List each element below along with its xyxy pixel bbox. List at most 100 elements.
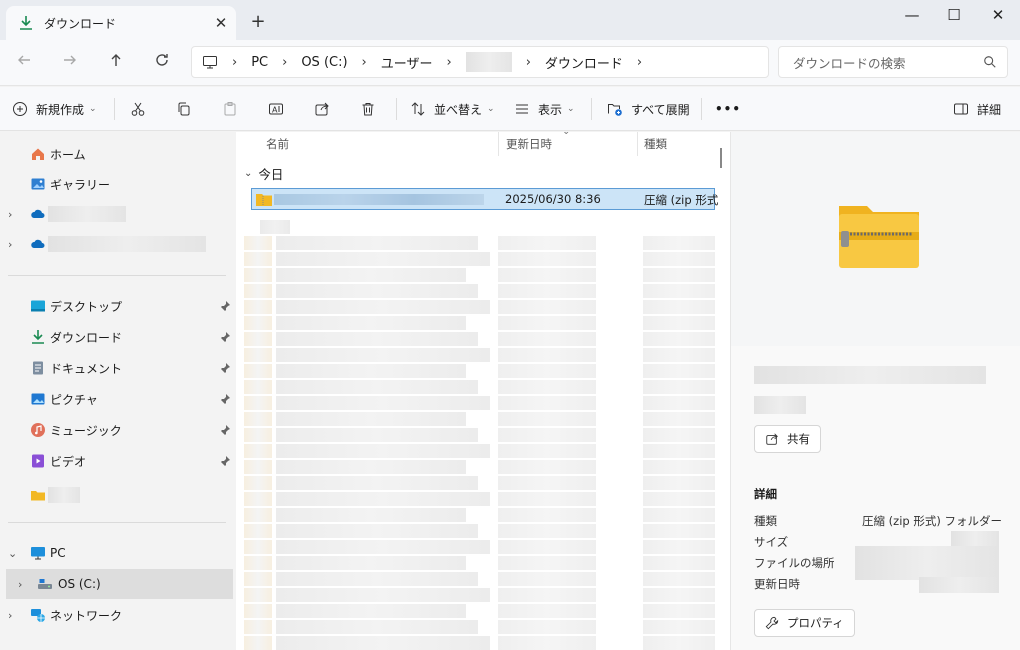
tab-close-button[interactable]: ✕: [206, 14, 236, 32]
nav-item-onedrive-2[interactable]: ›: [0, 230, 236, 258]
tab-downloads[interactable]: ダウンロード ✕: [6, 6, 236, 40]
close-window-button[interactable]: ✕: [976, 0, 1020, 30]
new-button[interactable]: 新規作成 ⌄: [12, 97, 97, 121]
breadcrumb-pc[interactable]: PC: [251, 55, 268, 70]
breadcrumb-os-drive[interactable]: OS (C:): [301, 55, 347, 70]
nav-item-folder-redacted[interactable]: [0, 481, 236, 509]
paste-button[interactable]: [222, 97, 238, 121]
redacted-file-row-cell: [276, 604, 466, 618]
share-button[interactable]: [314, 97, 330, 121]
download-icon: [20, 16, 32, 30]
view-button[interactable]: 表示 ⌄: [514, 97, 575, 121]
pin-icon[interactable]: [219, 300, 231, 312]
breadcrumb-username-redacted[interactable]: [465, 52, 512, 72]
refresh-button[interactable]: [150, 51, 174, 75]
group-header-today[interactable]: ⌄ 今日: [244, 164, 283, 183]
maximize-button[interactable]: ☐: [932, 0, 976, 30]
nav-item-onedrive-1[interactable]: ›: [0, 200, 236, 228]
search-input[interactable]: ダウンロードの検索: [778, 46, 1008, 78]
column-header-type[interactable]: 種類: [644, 132, 667, 156]
pin-icon[interactable]: [219, 455, 231, 467]
cut-button[interactable]: [130, 97, 146, 121]
nav-item-pc[interactable]: ⌄ PC: [0, 539, 236, 567]
redacted-file-row-cell: [498, 620, 596, 634]
nav-item-documents[interactable]: ドキュメント: [0, 354, 236, 382]
properties-button[interactable]: プロパティ: [754, 609, 855, 637]
redacted-file-row-cell: [643, 364, 715, 378]
command-bar: 新規作成 ⌄ A 並べ替え ⌄ 表示 ⌄ すべて展開 ••• 詳細: [0, 87, 1020, 131]
redacted-file-row-cell: [276, 348, 490, 362]
redacted-file-row-cell: [643, 332, 715, 346]
expand-all-button[interactable]: すべて展開: [607, 97, 690, 121]
scrollbar-thumb[interactable]: [720, 148, 722, 168]
minimize-button[interactable]: —: [890, 0, 934, 30]
copy-button[interactable]: [176, 97, 192, 121]
redacted-file-row-cell: [498, 348, 596, 362]
details-pane-icon: [954, 103, 968, 115]
redacted-file-row-cell: [643, 300, 715, 314]
detail-label-type: 種類: [754, 514, 777, 528]
nav-label-redacted: [48, 206, 126, 222]
details-label: 詳細: [977, 102, 1002, 117]
pin-icon[interactable]: [219, 393, 231, 405]
redacted-file-row-cell: [643, 268, 715, 282]
nav-item-videos[interactable]: ビデオ: [0, 447, 236, 475]
file-list: 名前 更新日時 ⌄ 種類 ⌄ 今日 2025/06/30 8:36 圧縮 (zi…: [236, 132, 730, 650]
breadcrumb[interactable]: › PC › OS (C:) › ユーザー › › ダウンロード ›: [191, 46, 769, 78]
nav-label-redacted: [48, 236, 206, 252]
detail-value-redacted: [919, 577, 999, 593]
forward-button[interactable]: [58, 51, 82, 75]
details-pane-button[interactable]: 詳細: [953, 97, 1001, 121]
chevron-down-icon: ⌄: [487, 104, 495, 114]
redacted-file-row-cell: [260, 220, 290, 234]
nav-item-gallery[interactable]: ギャラリー: [0, 170, 236, 198]
nav-item-music[interactable]: ミュージック: [0, 416, 236, 444]
pin-icon[interactable]: [219, 331, 231, 343]
breadcrumb-users[interactable]: ユーザー: [381, 53, 433, 72]
nav-item-downloads[interactable]: ダウンロード: [0, 323, 236, 351]
redacted-file-row-cell: [276, 540, 490, 554]
column-divider[interactable]: [637, 132, 638, 156]
file-name-redacted: [274, 194, 484, 205]
more-options-button[interactable]: •••: [715, 97, 741, 121]
share-icon: [766, 433, 778, 445]
sort-label: 並べ替え: [434, 102, 483, 117]
nav-item-home[interactable]: ホーム: [0, 140, 236, 168]
redacted-file-row-cell: [276, 380, 478, 394]
title-bar: ダウンロード ✕ + — ☐ ✕: [0, 0, 1020, 40]
preview-area: [731, 132, 1020, 346]
redacted-file-row-cell: [276, 460, 466, 474]
column-header-date[interactable]: 更新日時: [506, 132, 552, 156]
nav-item-pictures[interactable]: ピクチャ: [0, 385, 236, 413]
redacted-file-row-cell: [498, 540, 596, 554]
redacted-file-row-cell: [244, 572, 272, 586]
redacted-file-row-cell: [244, 332, 272, 346]
scissors-icon: [131, 102, 145, 116]
up-button[interactable]: [104, 51, 128, 75]
file-row-selected[interactable]: 2025/06/30 8:36 圧縮 (zip 形式: [251, 188, 719, 210]
redacted-file-row-cell: [244, 364, 272, 378]
detail-value-redacted: [855, 546, 999, 580]
cloud-icon: [31, 239, 45, 248]
back-button[interactable]: [12, 51, 36, 75]
gallery-icon: [31, 178, 45, 190]
new-tab-button[interactable]: +: [246, 10, 270, 34]
pin-icon[interactable]: [219, 362, 231, 374]
address-bar-row: › PC › OS (C:) › ユーザー › › ダウンロード › ダウンロー…: [0, 40, 1020, 86]
redacted-file-row-cell: [643, 572, 715, 586]
share-details-button[interactable]: 共有: [754, 425, 821, 453]
rename-button[interactable]: A: [268, 97, 284, 121]
file-date: 2025/06/30 8:36: [505, 192, 601, 206]
delete-button[interactable]: [360, 97, 376, 121]
nav-item-desktop[interactable]: デスクトップ: [0, 292, 236, 320]
sort-button[interactable]: 並べ替え ⌄: [410, 97, 495, 121]
breadcrumb-downloads[interactable]: ダウンロード: [545, 53, 623, 72]
redacted-file-row-cell: [643, 524, 715, 538]
column-header-name[interactable]: 名前: [266, 132, 289, 156]
file-type: 圧縮 (zip 形式: [644, 193, 719, 207]
filename-redacted: [754, 366, 986, 384]
nav-item-os-drive[interactable]: › OS (C:): [6, 569, 233, 599]
nav-item-network[interactable]: › ネットワーク: [0, 601, 236, 629]
pin-icon[interactable]: [219, 424, 231, 436]
column-divider[interactable]: [498, 132, 499, 156]
